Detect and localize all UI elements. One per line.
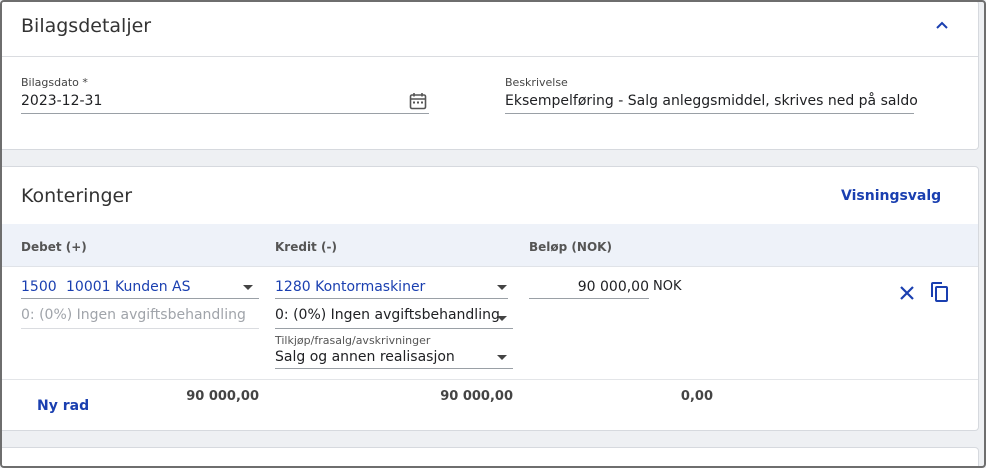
kredit-account: 1280 Kontormaskiner	[275, 279, 426, 295]
new-row-button[interactable]: Ny rad	[37, 398, 89, 414]
kredit-vat-underline	[275, 328, 513, 329]
asset-value: Salg og annen realisasjon	[275, 349, 455, 365]
desc-label: Beskrivelse	[505, 76, 568, 89]
window-frame: Bilagsdetaljer Bilagsdato * 2023-12-31 B…	[0, 0, 986, 468]
date-label: Bilagsdato *	[21, 76, 88, 89]
date-field[interactable]: 2023-12-31	[21, 93, 102, 109]
copy-icon	[931, 282, 948, 302]
debet-column-header: Debet (+)	[21, 240, 87, 254]
asset-underline	[275, 368, 513, 369]
copy-row-button[interactable]	[927, 279, 951, 305]
dropdown-caret-icon	[497, 316, 507, 321]
delete-row-button[interactable]	[895, 281, 919, 305]
calendar-icon	[409, 93, 427, 110]
konteringer-card: Konteringer Visningsvalg Debet (+) Kredi…	[2, 166, 979, 431]
dropdown-caret-icon	[243, 285, 253, 290]
view-options-button[interactable]: Visningsvalg	[841, 188, 941, 204]
debet-account-name: 10001 Kunden AS	[66, 279, 191, 295]
table-header: Debet (+) Kredit (-) Beløp (NOK)	[2, 224, 978, 267]
dropdown-caret-icon	[497, 355, 507, 360]
chevron-up-icon	[936, 21, 948, 29]
kredit-column-header: Kredit (-)	[275, 240, 337, 254]
amount-column-header: Beløp (NOK)	[529, 240, 612, 254]
description-field[interactable]: Eksempelføring - Salg anleggsmiddel, skr…	[505, 93, 918, 109]
debet-sum: 90 000,00	[186, 389, 259, 404]
calendar-button[interactable]	[407, 90, 429, 112]
debet-account-underline	[21, 298, 259, 299]
bilagsdetaljer-card: Bilagsdetaljer Bilagsdato * 2023-12-31 B…	[2, 2, 979, 150]
currency-label: NOK	[653, 279, 682, 294]
kredit-sum: 90 000,00	[440, 389, 513, 404]
desc-underline	[505, 113, 914, 114]
bilagsdetaljer-title: Bilagsdetaljer	[21, 15, 152, 37]
card-divider	[2, 56, 978, 57]
close-icon	[900, 286, 914, 300]
next-card	[2, 447, 979, 466]
date-underline	[21, 113, 429, 114]
debet-vat-field[interactable]: 0: (0%) Ingen avgiftsbehandling	[21, 307, 246, 323]
konteringer-title: Konteringer	[21, 185, 133, 207]
collapse-button[interactable]	[930, 15, 954, 35]
amount-input[interactable]: 90 000,00	[529, 279, 649, 295]
row-divider	[2, 379, 978, 380]
asset-label: Tilkjøp/frasalg/avskrivninger	[275, 334, 431, 347]
dropdown-caret-icon	[497, 285, 507, 290]
debet-vat-underline	[21, 328, 259, 329]
amount-underline	[529, 298, 649, 299]
kredit-vat-value: 0: (0%) Ingen avgiftsbehandling	[275, 307, 500, 323]
kredit-account-underline	[275, 298, 508, 299]
debet-account-number: 1500	[21, 279, 57, 295]
balance-sum: 0,00	[680, 389, 713, 404]
